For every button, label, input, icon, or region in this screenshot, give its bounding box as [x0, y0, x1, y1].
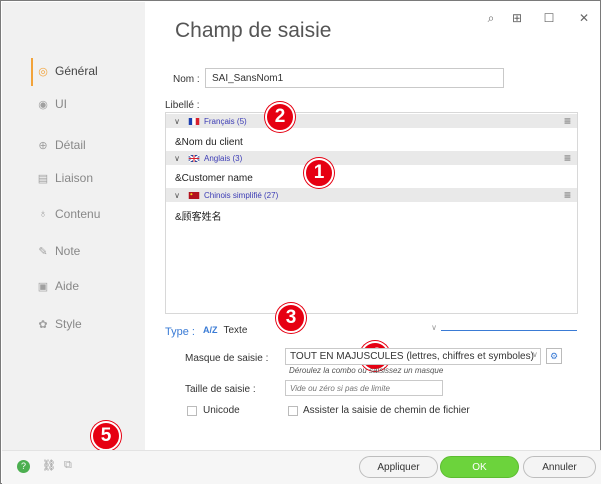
- sidebar-item-liaison[interactable]: ▤ Liaison: [36, 167, 93, 189]
- sidebar-active-indicator: [31, 58, 33, 86]
- libelle-label: Libellé :: [165, 100, 200, 111]
- sidebar-item-aide[interactable]: ▣ Aide: [36, 275, 79, 297]
- sidebar-item-contenu[interactable]: ♁ Contenu: [36, 203, 101, 225]
- general-icon: ◎: [38, 65, 48, 78]
- maximize-icon[interactable]: ☐: [541, 11, 557, 25]
- ok-button[interactable]: OK: [440, 456, 519, 478]
- nom-field[interactable]: [205, 68, 504, 88]
- sidebar-item-label: Général: [55, 64, 98, 78]
- bottom-bar: ? ⛓ ⧉ Appliquer OK Annuler: [2, 450, 601, 484]
- sidebar-item-label: Note: [55, 244, 81, 258]
- link-icon: ▤: [37, 172, 49, 185]
- masque-hint: Déroulez la combo ou saisissez un masque: [289, 366, 444, 375]
- help-icon: ▣: [37, 280, 49, 293]
- chevron-down-icon: ∨: [431, 323, 437, 332]
- help-circle-icon[interactable]: ?: [17, 460, 30, 473]
- sidebar-item-label: Contenu: [55, 207, 101, 221]
- sidebar-item-label: Style: [55, 317, 82, 331]
- content-icon: ♁: [38, 208, 48, 220]
- unicode-checkbox[interactable]: [187, 406, 197, 416]
- link-icon[interactable]: ⛓: [42, 459, 56, 472]
- language-name: Anglais (3): [204, 153, 243, 163]
- masque-label: Masque de saisie :: [185, 353, 269, 364]
- az-icon: A/Z: [203, 325, 218, 335]
- language-text-english[interactable]: &Customer name: [175, 173, 253, 184]
- chevron-down-icon[interactable]: ∨: [532, 350, 538, 359]
- apply-button[interactable]: Appliquer: [359, 456, 438, 478]
- assister-label: Assister la saisie de chemin de fichier: [303, 405, 470, 416]
- masque-combo[interactable]: TOUT EN MAJUSCULES (lettres, chiffres et…: [285, 348, 541, 365]
- flag-france-icon: [188, 117, 200, 125]
- language-text-chinese[interactable]: &顾客姓名: [175, 208, 222, 223]
- eye-icon: ◉: [38, 98, 48, 111]
- page-title: Champ de saisie: [175, 19, 332, 42]
- sidebar-item-ui[interactable]: ◉ UI: [36, 93, 67, 115]
- callout-badge-5: 5: [91, 421, 121, 451]
- taille-field[interactable]: [285, 380, 443, 396]
- menu-icon[interactable]: ≡: [564, 188, 571, 202]
- libelle-editor[interactable]: ∨ Français (5) ≡ &Nom du client ∨ Anglai…: [165, 112, 578, 314]
- sidebar-item-label: Liaison: [55, 171, 94, 185]
- language-name: Français (5): [204, 116, 247, 126]
- sidebar-item-label: Détail: [55, 138, 86, 152]
- sidebar: ◎ Général ◉ UI ⊕ Détail ▤ Liaison ♁ Cont…: [2, 2, 145, 450]
- pencil-icon: ✎: [38, 245, 48, 258]
- menu-icon[interactable]: ≡: [564, 114, 571, 128]
- language-row-english[interactable]: ∨ Anglais (3) ≡: [166, 151, 577, 165]
- sidebar-item-label: UI: [55, 97, 67, 111]
- menu-icon[interactable]: ≡: [564, 151, 571, 165]
- nom-label: Nom :: [173, 74, 200, 85]
- unicode-label: Unicode: [203, 405, 240, 416]
- search-icon[interactable]: ⌕: [483, 11, 499, 26]
- pin-icon[interactable]: ⊞: [509, 11, 525, 25]
- callout-badge-1: 1: [304, 158, 334, 188]
- sidebar-item-general[interactable]: ◎ Général: [36, 60, 98, 82]
- cancel-button[interactable]: Annuler: [523, 456, 596, 478]
- style-icon: ✿: [38, 318, 48, 331]
- sidebar-item-detail[interactable]: ⊕ Détail: [36, 134, 86, 156]
- flag-uk-icon: [188, 154, 200, 162]
- chevron-down-icon[interactable]: ∨: [166, 117, 188, 126]
- taille-label: Taille de saisie :: [185, 384, 256, 395]
- language-name: Chinois simplifié (27): [204, 190, 279, 200]
- type-select[interactable]: A/Z Texte ∨: [203, 319, 439, 341]
- sidebar-item-label: Aide: [55, 279, 80, 293]
- assister-checkbox[interactable]: [288, 406, 298, 416]
- language-text-french[interactable]: &Nom du client: [175, 137, 243, 148]
- dialog-window: ◎ Général ◉ UI ⊕ Détail ▤ Liaison ♁ Cont…: [0, 0, 601, 484]
- sidebar-item-note[interactable]: ✎ Note: [36, 240, 80, 262]
- type-value: Texte: [223, 324, 248, 336]
- callout-badge-2: 2: [265, 102, 295, 132]
- chevron-down-icon[interactable]: ∨: [166, 154, 188, 163]
- mask-editor-icon[interactable]: ⚙: [546, 348, 562, 364]
- language-row-french[interactable]: ∨ Français (5) ≡: [166, 114, 577, 128]
- type-label: Type :: [165, 326, 195, 338]
- masque-value: TOUT EN MAJUSCULES (lettres, chiffres et…: [290, 351, 534, 362]
- copy-icon[interactable]: ⧉: [64, 459, 72, 472]
- chevron-down-icon[interactable]: ∨: [166, 191, 188, 200]
- close-icon[interactable]: ✕: [576, 11, 592, 25]
- detail-icon: ⊕: [38, 139, 48, 152]
- type-underline: [441, 330, 577, 331]
- sidebar-item-style[interactable]: ✿ Style: [36, 313, 82, 335]
- language-row-chinese[interactable]: ∨ Chinois simplifié (27) ≡: [166, 188, 577, 202]
- flag-china-icon: [188, 191, 200, 199]
